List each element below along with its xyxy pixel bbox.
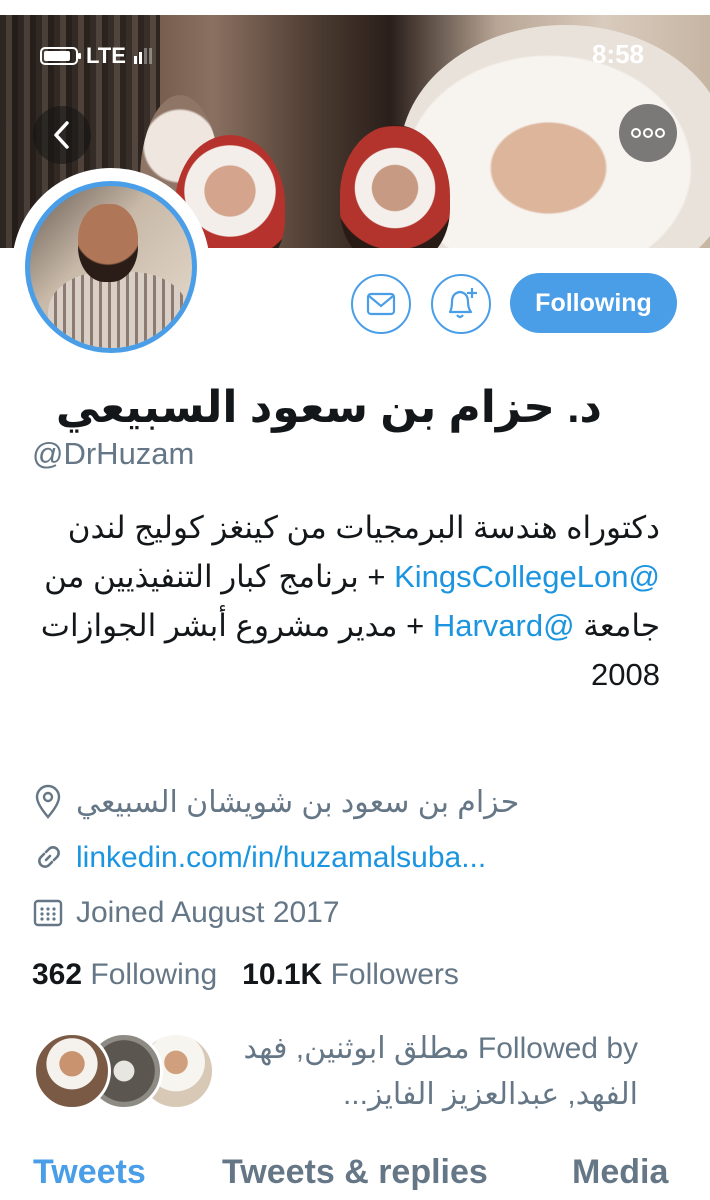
followers-label: Followers	[330, 958, 459, 991]
following-count-link[interactable]: 362 Following	[32, 958, 217, 991]
following-button[interactable]: Following	[510, 273, 677, 333]
user-handle: @DrHuzam	[32, 436, 195, 471]
website-link[interactable]: linkedin.com/in/huzamalsuba...	[76, 841, 486, 875]
profile-tabs: Tweets Tweets & replies Media	[0, 1147, 710, 1200]
more-options-button[interactable]	[619, 104, 677, 162]
avatar-image	[25, 181, 197, 353]
follow-counts: 362 Following 10.1K Followers	[32, 958, 459, 992]
followers-count-link[interactable]: 10.1K Followers	[242, 958, 459, 991]
status-bar-left: LTE	[40, 36, 152, 76]
location-text: حزام بن سعود بن شويشان السبيعي	[76, 785, 520, 819]
battery-icon	[40, 47, 81, 65]
profile-joined: Joined August 2017	[32, 893, 340, 933]
location-pin-icon	[35, 784, 61, 819]
followed-by-avatars[interactable]	[33, 1032, 215, 1114]
display-name: د. حزام بن سعود السبيعي	[55, 383, 602, 432]
following-count: 362	[32, 958, 83, 991]
tab-tweets[interactable]: Tweets	[33, 1153, 146, 1192]
message-button[interactable]	[351, 274, 411, 334]
mention-link[interactable]: @Harvard	[433, 608, 575, 643]
profile-location: حزام بن سعود بن شويشان السبيعي	[32, 782, 519, 822]
bell-plus-icon	[448, 288, 477, 319]
mention-link[interactable]: @KingsCollegeLon	[394, 559, 660, 594]
profile-bio: دكتوراه هندسة البرمجيات من كينغز كوليج ل…	[32, 503, 660, 699]
carrier-label: LTE	[86, 43, 126, 68]
back-arrow-icon	[54, 121, 69, 149]
profile-website[interactable]: linkedin.com/in/huzamalsuba...	[32, 838, 486, 878]
followed-by-text[interactable]: Followed by مطلق ابوثنين, فهد الفهد, عبد…	[236, 1026, 638, 1118]
bio-text: دكتوراه هندسة البرمجيات من كينغز كوليج ل…	[67, 510, 660, 545]
avatar	[33, 1032, 111, 1110]
back-button[interactable]	[33, 106, 91, 164]
signal-icon	[133, 48, 152, 64]
tab-tweets-replies[interactable]: Tweets & replies	[222, 1153, 488, 1192]
notify-button[interactable]	[431, 274, 491, 334]
following-label: Following	[90, 958, 218, 991]
link-icon	[38, 846, 60, 868]
envelope-icon	[366, 292, 396, 316]
status-time: 8:58	[591, 39, 644, 69]
calendar-icon	[33, 899, 63, 927]
tab-media[interactable]: Media	[572, 1153, 668, 1192]
joined-text: Joined August 2017	[76, 896, 340, 929]
profile-avatar[interactable]	[12, 168, 210, 366]
more-options-icon	[631, 128, 665, 138]
followers-count: 10.1K	[242, 958, 323, 991]
